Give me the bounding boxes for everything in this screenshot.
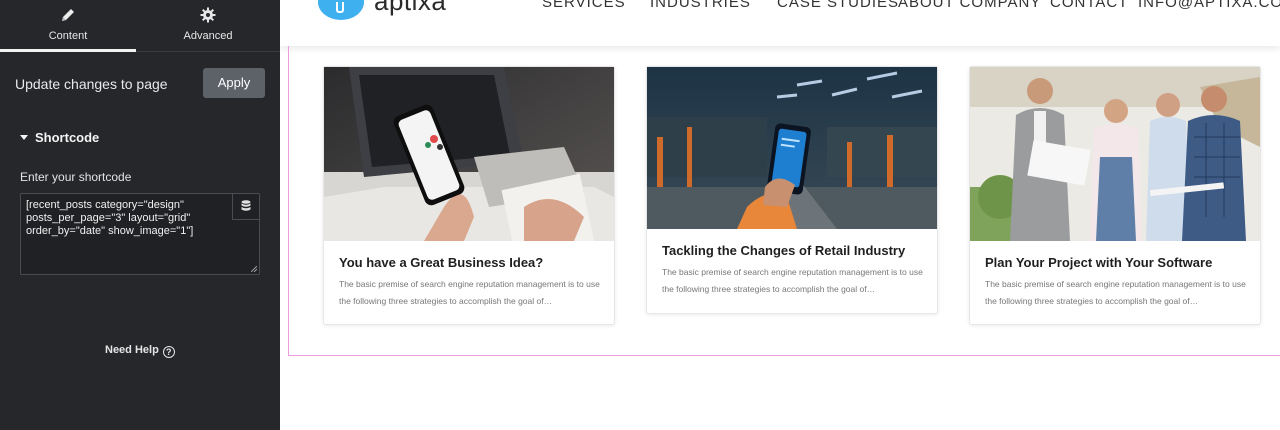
nav-email[interactable]: INFO@APTIXA.COM: [1138, 0, 1280, 11]
nav-about-company[interactable]: ABOUT COMPANY: [898, 0, 1041, 11]
need-help-label: Need Help: [105, 344, 159, 356]
help-icon: ?: [162, 346, 175, 358]
nav-case-studies[interactable]: CASE STUDIES: [777, 0, 899, 11]
nav-services[interactable]: SERVICES: [542, 0, 626, 11]
dynamic-tags-button[interactable]: [232, 194, 259, 220]
post-card[interactable]: You have a Great Business Idea? The basi…: [323, 66, 615, 325]
post-title[interactable]: You have a Great Business Idea?: [339, 255, 543, 270]
page-preview: aptixa SERVICES INDUSTRIES CASE STUDIES …: [280, 0, 1280, 430]
tab-content-label: Content: [48, 30, 88, 42]
nav-contact[interactable]: CONTACT: [1050, 0, 1128, 11]
post-card[interactable]: Plan Your Project with Your Software The…: [969, 66, 1261, 325]
tab-content[interactable]: Content: [0, 0, 136, 52]
nav-industries[interactable]: INDUSTRIES: [650, 0, 751, 11]
post-card[interactable]: Tackling the Changes of Retail Industry …: [646, 66, 938, 314]
shortcode-label: Enter your shortcode: [20, 170, 132, 184]
post-title[interactable]: Plan Your Project with Your Software: [985, 255, 1212, 270]
resize-grip-icon[interactable]: [251, 266, 257, 272]
panel-tabs: Content Advanced: [0, 0, 280, 52]
post-thumbnail: [647, 67, 937, 229]
site-header: aptixa SERVICES INDUSTRIES CASE STUDIES …: [280, 0, 1280, 46]
tab-advanced-label: Advanced: [183, 30, 233, 42]
post-thumbnail: [324, 67, 614, 241]
section-title: Shortcode: [35, 130, 100, 145]
post-thumbnail: [970, 67, 1260, 241]
post-excerpt: The basic premise of search engine reput…: [339, 279, 600, 306]
caret-down-icon: [20, 135, 28, 140]
update-row: Update changes to page Apply: [15, 68, 265, 98]
shortcode-textarea-wrap: [recent_posts category="design" posts_pe…: [20, 193, 260, 275]
shortcode-section-toggle[interactable]: Shortcode: [20, 130, 99, 145]
editor-panel: Content Advanced Update changes to page …: [0, 0, 280, 430]
post-excerpt: The basic premise of search engine reput…: [985, 279, 1246, 306]
update-text: Update changes to page: [15, 76, 168, 92]
database-icon: [241, 200, 251, 211]
logo-text[interactable]: aptixa: [374, 0, 446, 17]
gear-icon: [200, 7, 216, 23]
need-help-link[interactable]: Need Help?: [105, 344, 175, 358]
pencil-icon: [62, 9, 74, 21]
apply-button[interactable]: Apply: [203, 68, 265, 98]
logo-icon[interactable]: [318, 0, 364, 20]
tab-advanced[interactable]: Advanced: [140, 0, 276, 52]
shortcode-input[interactable]: [recent_posts category="design" posts_pe…: [21, 194, 233, 270]
post-title[interactable]: Tackling the Changes of Retail Industry: [662, 243, 905, 258]
post-excerpt: The basic premise of search engine reput…: [662, 267, 923, 294]
